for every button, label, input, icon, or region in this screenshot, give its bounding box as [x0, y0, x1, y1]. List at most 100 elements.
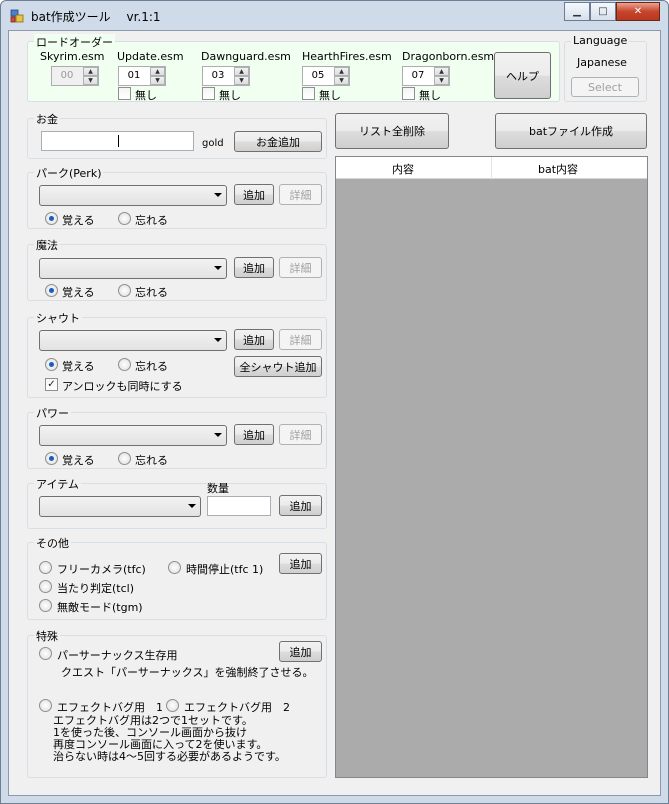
power-caption: パワー — [34, 405, 71, 421]
perk-detail-button[interactable]: 詳細 — [279, 184, 322, 205]
magic-detail-button[interactable]: 詳細 — [279, 257, 322, 278]
dawnguard-esm-none-checkbox[interactable] — [202, 87, 215, 100]
money-input[interactable] — [41, 131, 194, 151]
add-all-shouts-button[interactable]: 全シャウト追加 — [234, 356, 322, 377]
power-forget-radio[interactable] — [118, 452, 131, 465]
chevron-down-icon — [214, 266, 222, 270]
perk-forget-label: 忘れる — [135, 214, 168, 227]
load-order-caption: ロードオーダー — [34, 34, 115, 50]
other-add-button[interactable]: 追加 — [279, 553, 322, 574]
collision-radio[interactable] — [39, 580, 52, 593]
hearthfires-esm-spinner[interactable]: 05 ▲ ▼ — [302, 66, 350, 86]
spin-up-icon[interactable]: ▲ — [234, 67, 249, 76]
power-learn-radio[interactable] — [45, 452, 58, 465]
special-caption: 特殊 — [34, 628, 60, 644]
dragonborn-esm-none-label: 無し — [419, 89, 441, 102]
minimize-button[interactable]: ▁ — [564, 2, 590, 21]
shout-select[interactable] — [39, 330, 227, 351]
language-caption: Language — [571, 34, 630, 47]
time-stop-radio[interactable] — [168, 561, 181, 574]
hearthfires-esm-none-checkbox[interactable] — [302, 87, 315, 100]
power-learn-label: 覚える — [62, 454, 95, 467]
shout-detail-button[interactable]: 詳細 — [279, 329, 322, 350]
spin-up-icon[interactable]: ▲ — [434, 67, 449, 76]
item-select[interactable] — [39, 496, 201, 517]
dawnguard-esm-spinner[interactable]: 03 ▲ ▼ — [202, 66, 250, 86]
power-forget-label: 忘れる — [135, 454, 168, 467]
language-value: Japanese — [577, 56, 627, 69]
update-esm-none-checkbox[interactable] — [118, 87, 131, 100]
column-header-bat[interactable]: bat内容 — [538, 161, 578, 177]
effect-bug-1-label: エフェクトバグ用 1 — [57, 701, 163, 714]
client-area: ロードオーダー Skyrim.esm 00 ▲ ▼ Update.esm 01 … — [8, 30, 661, 796]
special-add-button[interactable]: 追加 — [279, 641, 322, 662]
unlock-checkbox[interactable]: ✓ — [45, 378, 58, 391]
shout-learn-radio[interactable] — [45, 358, 58, 371]
power-select[interactable] — [39, 425, 227, 446]
parthurnax-note: クエスト「パーサーナックス」を強制終了させる。 — [61, 666, 314, 679]
spin-down-icon[interactable]: ▼ — [334, 76, 349, 85]
quantity-input[interactable] — [207, 496, 271, 516]
collision-label: 当たり判定(tcl) — [57, 582, 134, 595]
shout-forget-radio[interactable] — [118, 358, 131, 371]
dawnguard-esm-label: Dawnguard.esm — [201, 50, 291, 63]
column-header-content[interactable]: 内容 — [392, 161, 414, 177]
spin-up-icon: ▲ — [83, 67, 98, 76]
magic-select[interactable] — [39, 258, 227, 279]
close-button[interactable]: ✕ — [616, 2, 660, 21]
chevron-down-icon — [188, 504, 196, 508]
hearthfires-esm-label: HearthFires.esm — [302, 50, 392, 63]
power-add-button[interactable]: 追加 — [234, 424, 274, 445]
effect-bug-1-radio[interactable] — [39, 699, 52, 712]
clear-all-button[interactable]: リスト全削除 — [335, 113, 449, 149]
power-detail-button[interactable]: 詳細 — [279, 424, 322, 445]
window-title: bat作成ツール vr.1:1 — [31, 10, 161, 24]
money-unit-label: gold — [202, 138, 224, 149]
chevron-down-icon — [214, 193, 222, 197]
spin-down-icon[interactable]: ▼ — [150, 76, 165, 85]
god-mode-radio[interactable] — [39, 599, 52, 612]
perk-caption: パーク(Perk) — [34, 165, 104, 181]
spin-up-icon[interactable]: ▲ — [150, 67, 165, 76]
perk-add-button[interactable]: 追加 — [234, 184, 274, 205]
god-mode-label: 無敵モード(tgm) — [57, 601, 143, 614]
update-esm-spinner[interactable]: 01 ▲ ▼ — [118, 66, 166, 86]
dragonborn-esm-spinner[interactable]: 07 ▲ ▼ — [402, 66, 450, 86]
parthurnax-radio[interactable] — [39, 647, 52, 660]
shout-add-button[interactable]: 追加 — [234, 329, 274, 350]
magic-forget-radio[interactable] — [118, 284, 131, 297]
quantity-label: 数量 — [207, 482, 229, 495]
perk-forget-radio[interactable] — [118, 212, 131, 225]
language-select-button[interactable]: Select — [571, 77, 639, 97]
title-bar[interactable]: bat作成ツール vr.1:1 ▁ □ ✕ — [1, 1, 668, 31]
spin-up-icon[interactable]: ▲ — [334, 67, 349, 76]
parthurnax-label: パーサーナックス生存用 — [57, 649, 178, 662]
checkmark-icon: ✓ — [47, 379, 56, 390]
perk-learn-radio[interactable] — [45, 212, 58, 225]
other-caption: その他 — [34, 535, 71, 551]
chevron-down-icon — [214, 433, 222, 437]
create-bat-button[interactable]: batファイル作成 — [495, 113, 647, 149]
effect-bug-2-label: エフェクトバグ用 2 — [184, 701, 290, 714]
skyrim-esm-label: Skyrim.esm — [40, 50, 105, 63]
magic-learn-radio[interactable] — [45, 284, 58, 297]
free-camera-radio[interactable] — [39, 561, 52, 574]
maximize-icon: □ — [598, 6, 608, 17]
perk-select[interactable] — [39, 185, 227, 206]
spin-down-icon[interactable]: ▼ — [234, 76, 249, 85]
add-money-button[interactable]: お金追加 — [234, 131, 322, 152]
item-add-button[interactable]: 追加 — [279, 495, 322, 516]
dragonborn-esm-none-checkbox[interactable] — [402, 87, 415, 100]
effect-bug-2-radio[interactable] — [166, 699, 179, 712]
command-list[interactable]: 内容 bat内容 — [335, 156, 648, 778]
spin-down-icon[interactable]: ▼ — [434, 76, 449, 85]
update-esm-none-label: 無し — [135, 89, 157, 102]
minimize-icon: ▁ — [573, 6, 581, 17]
money-caption: お金 — [34, 111, 60, 127]
unlock-label: アンロックも同時にする — [62, 380, 183, 393]
app-icon — [10, 9, 24, 23]
spin-down-icon: ▼ — [83, 76, 98, 85]
maximize-button[interactable]: □ — [590, 2, 616, 21]
help-button[interactable]: ヘルプ — [494, 52, 551, 99]
magic-add-button[interactable]: 追加 — [234, 257, 274, 278]
